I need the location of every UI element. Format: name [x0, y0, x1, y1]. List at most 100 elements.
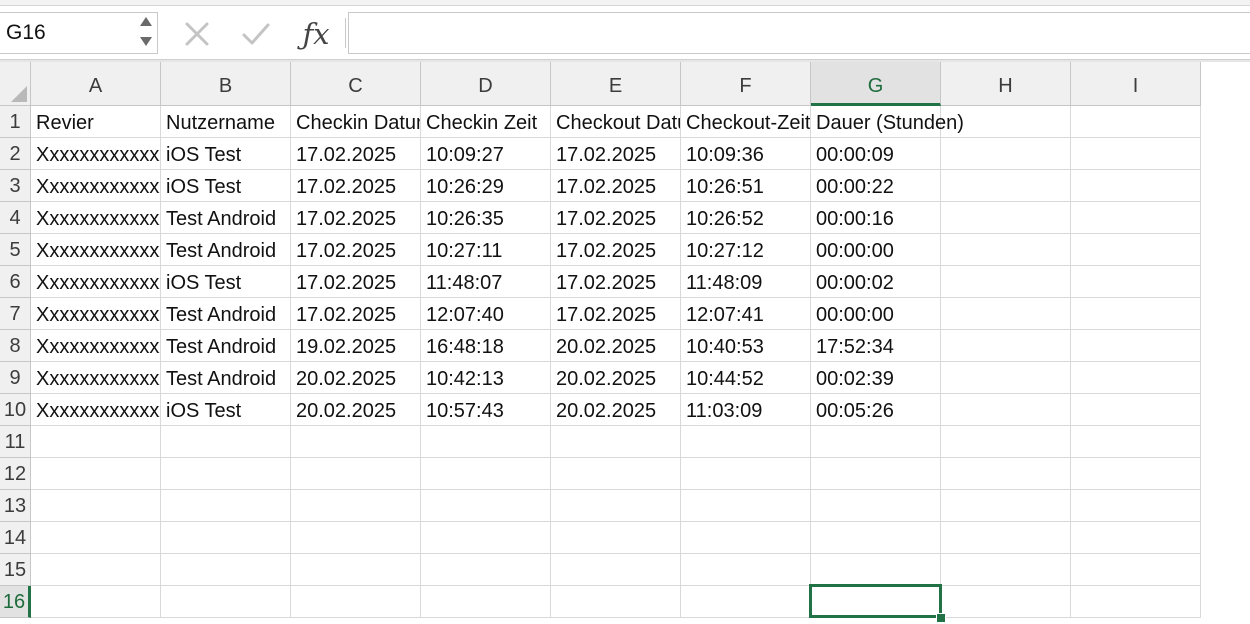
column-header-c[interactable]: C	[291, 62, 421, 106]
row-header[interactable]: 9	[0, 362, 31, 394]
cell-h15[interactable]	[941, 554, 1071, 586]
cell-i6[interactable]	[1071, 266, 1201, 298]
column-header-f[interactable]: F	[681, 62, 811, 106]
cell-b6[interactable]: iOS Test	[161, 266, 291, 298]
cell-b16[interactable]	[161, 586, 291, 618]
cell-a11[interactable]	[31, 426, 161, 458]
cell-g14[interactable]	[811, 522, 941, 554]
cell-i7[interactable]	[1071, 298, 1201, 330]
cell-d1[interactable]: Checkin Zeit	[421, 106, 551, 138]
cell-a7[interactable]: Xxxxxxxxxxxxxx	[31, 298, 161, 330]
row-header[interactable]: 4	[0, 202, 31, 234]
fx-icon[interactable]: ƒx	[296, 14, 336, 54]
column-header-g[interactable]: G	[811, 62, 941, 106]
column-header-a[interactable]: A	[31, 62, 161, 106]
formula-input[interactable]	[348, 12, 1250, 54]
row-header[interactable]: 1	[0, 106, 31, 138]
cell-b10[interactable]: iOS Test	[161, 394, 291, 426]
cell-a9[interactable]: Xxxxxxxxxxxxxx	[31, 362, 161, 394]
cell-g10[interactable]: 00:05:26	[811, 394, 941, 426]
cell-g12[interactable]	[811, 458, 941, 490]
column-header-i[interactable]: I	[1071, 62, 1201, 106]
cell-d4[interactable]: 10:26:35	[421, 202, 551, 234]
cell-f2[interactable]: 10:09:36	[681, 138, 811, 170]
cell-f3[interactable]: 10:26:51	[681, 170, 811, 202]
column-header-b[interactable]: B	[161, 62, 291, 106]
select-all-icon[interactable]	[11, 86, 27, 102]
cell-e14[interactable]	[551, 522, 681, 554]
cell-a15[interactable]	[31, 554, 161, 586]
name-box-value[interactable]: G16	[6, 21, 46, 45]
spreadsheet-grid[interactable]: A B C D E F G H I 1 Revier Nutzername Checkin Datum C…	[0, 62, 1250, 624]
cell-c11[interactable]	[291, 426, 421, 458]
chevron-down-icon[interactable]	[140, 37, 152, 46]
cell-d16[interactable]	[421, 586, 551, 618]
cell-b11[interactable]	[161, 426, 291, 458]
cell-d13[interactable]	[421, 490, 551, 522]
cell-e16[interactable]	[551, 586, 681, 618]
cell-f4[interactable]: 10:26:52	[681, 202, 811, 234]
cell-c15[interactable]	[291, 554, 421, 586]
cell-f1[interactable]: Checkout-Zeit	[681, 106, 811, 138]
cell-d12[interactable]	[421, 458, 551, 490]
cell-d3[interactable]: 10:26:29	[421, 170, 551, 202]
cell-a3[interactable]: Xxxxxxxxxxxxxx	[31, 170, 161, 202]
cell-c3[interactable]: 17.02.2025	[291, 170, 421, 202]
cell-e1[interactable]: Checkout Datum	[551, 106, 681, 138]
row-header[interactable]: 16	[0, 586, 31, 618]
cell-c12[interactable]	[291, 458, 421, 490]
cell-i13[interactable]	[1071, 490, 1201, 522]
cell-e15[interactable]	[551, 554, 681, 586]
cell-g16[interactable]	[809, 584, 942, 618]
cell-f10[interactable]: 11:03:09	[681, 394, 811, 426]
cell-c9[interactable]: 20.02.2025	[291, 362, 421, 394]
cell-c14[interactable]	[291, 522, 421, 554]
cell-g8[interactable]: 17:52:34	[811, 330, 941, 362]
cell-i1[interactable]	[1071, 106, 1201, 138]
cell-d6[interactable]: 11:48:07	[421, 266, 551, 298]
name-box-dropdown-icon[interactable]	[139, 15, 153, 51]
cell-a6[interactable]: Xxxxxxxxxxxxxx	[31, 266, 161, 298]
cell-h8[interactable]	[941, 330, 1071, 362]
cell-c1[interactable]: Checkin Datum	[291, 106, 421, 138]
cell-c16[interactable]	[291, 586, 421, 618]
cell-g5[interactable]: 00:00:00	[811, 234, 941, 266]
row-header[interactable]: 5	[0, 234, 31, 266]
cell-e11[interactable]	[551, 426, 681, 458]
cell-d8[interactable]: 16:48:18	[421, 330, 551, 362]
cell-f16[interactable]	[681, 586, 811, 618]
cell-e9[interactable]: 20.02.2025	[551, 362, 681, 394]
cell-i12[interactable]	[1071, 458, 1201, 490]
cell-b13[interactable]	[161, 490, 291, 522]
cell-f5[interactable]: 10:27:12	[681, 234, 811, 266]
cell-a14[interactable]	[31, 522, 161, 554]
cell-i3[interactable]	[1071, 170, 1201, 202]
cell-h7[interactable]	[941, 298, 1071, 330]
cell-d9[interactable]: 10:42:13	[421, 362, 551, 394]
cell-b12[interactable]	[161, 458, 291, 490]
cell-c7[interactable]: 17.02.2025	[291, 298, 421, 330]
cell-b15[interactable]	[161, 554, 291, 586]
cell-g4[interactable]: 00:00:16	[811, 202, 941, 234]
cell-a4[interactable]: Xxxxxxxxxxxxxx	[31, 202, 161, 234]
cell-b14[interactable]	[161, 522, 291, 554]
row-header[interactable]: 6	[0, 266, 31, 298]
cell-f6[interactable]: 11:48:09	[681, 266, 811, 298]
cell-h10[interactable]	[941, 394, 1071, 426]
cell-f8[interactable]: 10:40:53	[681, 330, 811, 362]
select-all-corner[interactable]	[0, 62, 31, 106]
row-header[interactable]: 2	[0, 138, 31, 170]
cell-f7[interactable]: 12:07:41	[681, 298, 811, 330]
cell-e6[interactable]: 17.02.2025	[551, 266, 681, 298]
cell-i8[interactable]	[1071, 330, 1201, 362]
check-icon[interactable]	[238, 14, 274, 54]
cell-h4[interactable]	[941, 202, 1071, 234]
cell-i15[interactable]	[1071, 554, 1201, 586]
cell-c8[interactable]: 19.02.2025	[291, 330, 421, 362]
cell-d7[interactable]: 12:07:40	[421, 298, 551, 330]
column-header-e[interactable]: E	[551, 62, 681, 106]
cell-i9[interactable]	[1071, 362, 1201, 394]
cell-g3[interactable]: 00:00:22	[811, 170, 941, 202]
cell-a13[interactable]	[31, 490, 161, 522]
cell-a2[interactable]: Xxxxxxxxxxxxxx	[31, 138, 161, 170]
